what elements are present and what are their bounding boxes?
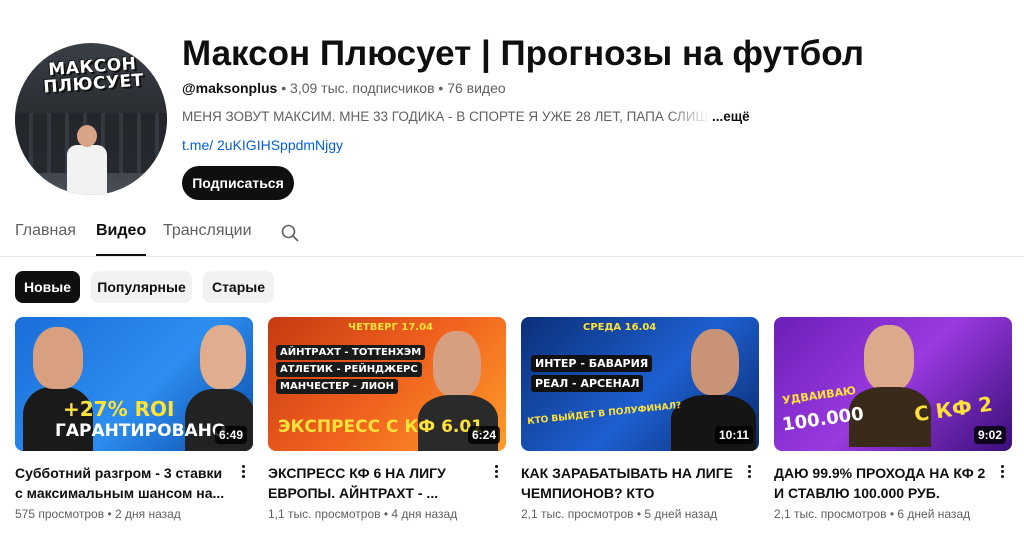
thumb-caption: КТО ВЫЙДЕТ В ПОЛУФИНАЛ? xyxy=(526,400,682,428)
video-views: 575 просмотров xyxy=(15,507,105,521)
more-actions-icon[interactable] xyxy=(739,463,759,483)
video-card[interactable]: УДВАИВАЮ 100.000 С КФ 2 9:02 ДАЮ 99.9% П… xyxy=(774,317,1012,521)
tabs-divider xyxy=(0,256,1024,257)
video-age: 5 дней назад xyxy=(644,507,718,521)
thumb-face xyxy=(33,327,83,389)
more-link[interactable]: ...ещё xyxy=(712,109,750,124)
chip-oldest[interactable]: Старые xyxy=(203,271,274,303)
thumb-face xyxy=(200,325,246,389)
meta-separator: • xyxy=(107,507,115,521)
video-duration: 6:49 xyxy=(214,426,247,444)
thumb-caption: СРЕДА 16.04 xyxy=(583,322,657,333)
video-title[interactable]: Субботний разгром - 3 ставки с максималь… xyxy=(15,463,230,503)
video-duration: 6:24 xyxy=(467,426,500,444)
thumb-caption: АЙНТРАХТ - ТОТТЕНХЭМ xyxy=(276,345,426,360)
video-duration: 10:11 xyxy=(714,426,753,444)
video-title[interactable]: ЭКСПРЕСС КФ 6 НА ЛИГУ ЕВРОПЫ. АЙНТРАХТ -… xyxy=(268,463,483,503)
video-meta: 1,1 тыс. просмотров • 4 дня назад xyxy=(268,507,506,521)
avatar-person-body xyxy=(67,145,107,195)
meta-separator: • xyxy=(281,80,291,96)
thumb-caption: ЧЕТВЕРГ 17.04 xyxy=(348,322,433,333)
thumb-caption: МАНЧЕСТЕР - ЛИОН xyxy=(276,379,398,394)
video-views: 2,1 тыс. просмотров xyxy=(521,507,634,521)
channel-description[interactable]: МЕНЯ ЗОВУТ МАКСИМ. МНЕ 33 ГОДИКА - В СПО… xyxy=(182,109,752,124)
video-title[interactable]: ДАЮ 99.9% ПРОХОДА НА КФ 2 И СТАВЛЮ 100.0… xyxy=(774,463,989,503)
video-card[interactable]: СРЕДА 16.04 ИНТЕР - БАВАРИЯ РЕАЛ - АРСЕН… xyxy=(521,317,759,521)
meta-separator: • xyxy=(438,80,448,96)
video-count: 76 видео xyxy=(447,80,506,96)
more-actions-icon[interactable] xyxy=(233,463,253,483)
video-age: 2 дня назад xyxy=(114,507,181,521)
video-meta: 575 просмотров • 2 дня назад xyxy=(15,507,253,521)
channel-avatar[interactable]: МАКСОН ПЛЮСУЕТ xyxy=(15,43,167,195)
thumb-face xyxy=(864,325,914,391)
tab-live[interactable]: Трансляции xyxy=(163,222,252,240)
video-thumbnail[interactable]: ЧЕТВЕРГ 17.04 АЙНТРАХТ - ТОТТЕНХЭМ АТЛЕТ… xyxy=(268,317,506,451)
tab-videos[interactable]: Видео xyxy=(96,222,147,256)
more-actions-icon[interactable] xyxy=(486,463,506,483)
video-age: 4 дня назад xyxy=(391,507,458,521)
video-age: 6 дней назад xyxy=(897,507,971,521)
thumb-caption: АТЛЕТИК - РЕЙНДЖЕРС xyxy=(276,362,422,377)
thumb-caption: УДВАИВАЮ xyxy=(781,383,857,408)
video-views: 1,1 тыс. просмотров xyxy=(268,507,381,521)
thumb-face xyxy=(433,331,481,397)
video-meta: 2,1 тыс. просмотров • 6 дней назад xyxy=(774,507,1012,521)
chip-popular[interactable]: Популярные xyxy=(91,271,192,303)
channel-meta: @maksonplus • 3,09 тыс. подписчиков • 76… xyxy=(182,80,506,96)
thumb-caption: ИНТЕР - БАВАРИЯ xyxy=(531,355,653,372)
description-text: МЕНЯ ЗОВУТ МАКСИМ. МНЕ 33 ГОДИКА - В СПО… xyxy=(182,109,710,124)
tab-home[interactable]: Главная xyxy=(15,222,76,240)
search-icon[interactable] xyxy=(281,224,299,242)
video-card[interactable]: +27% ROI ГАРАНТИРОВАНО 6:49 Субботний ра… xyxy=(15,317,253,521)
thumb-face xyxy=(691,329,739,395)
more-actions-icon[interactable] xyxy=(992,463,1012,483)
channel-handle: @maksonplus xyxy=(182,80,278,96)
video-thumbnail[interactable]: УДВАИВАЮ 100.000 С КФ 2 9:02 xyxy=(774,317,1012,451)
video-thumbnail[interactable]: +27% ROI ГАРАНТИРОВАНО 6:49 xyxy=(15,317,253,451)
subscriber-count: 3,09 тыс. подписчиков xyxy=(290,80,435,96)
thumb-caption: ГАРАНТИРОВАНО xyxy=(55,421,227,441)
video-card[interactable]: ЧЕТВЕРГ 17.04 АЙНТРАХТ - ТОТТЕНХЭМ АТЛЕТ… xyxy=(268,317,506,521)
video-duration: 9:02 xyxy=(973,426,1006,444)
chip-newest[interactable]: Новые xyxy=(15,271,80,303)
channel-title: Максон Плюсует | Прогнозы на футбол xyxy=(182,34,864,73)
avatar-person-head xyxy=(77,125,97,147)
video-title[interactable]: КАК ЗАРАБАТЫВАТЬ НА ЛИГЕ ЧЕМПИОНОВ? КТО … xyxy=(521,463,736,503)
channel-link[interactable]: t.me/ 2uKIGIHSppdmNjgy xyxy=(182,137,343,153)
avatar-logo-text: МАКСОН ПЛЮСУЕТ xyxy=(42,53,145,98)
thumb-caption: РЕАЛ - АРСЕНАЛ xyxy=(531,375,644,392)
video-thumbnail[interactable]: СРЕДА 16.04 ИНТЕР - БАВАРИЯ РЕАЛ - АРСЕН… xyxy=(521,317,759,451)
thumb-caption: ЭКСПРЕСС С КФ 6.01 xyxy=(278,417,484,437)
thumb-caption: +27% ROI xyxy=(63,397,175,421)
video-views: 2,1 тыс. просмотров xyxy=(774,507,887,521)
subscribe-button[interactable]: Подписаться xyxy=(182,166,294,200)
video-meta: 2,1 тыс. просмотров • 5 дней назад xyxy=(521,507,759,521)
